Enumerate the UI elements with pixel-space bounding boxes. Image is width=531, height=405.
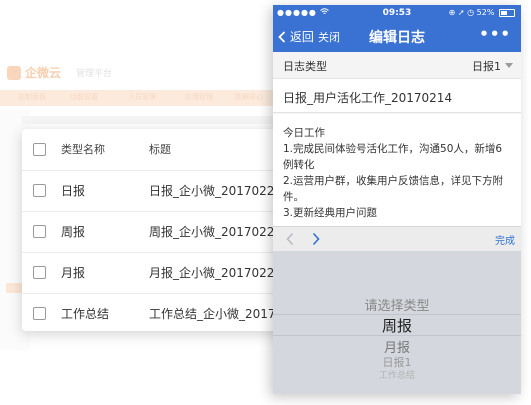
previous-field-button[interactable] [285, 231, 295, 250]
row-checkbox[interactable] [33, 266, 46, 279]
content-line: 例转化 [283, 159, 315, 171]
more-icon[interactable]: ••• [479, 25, 511, 43]
row-type: 周报 [61, 225, 86, 239]
log-type-select[interactable]: 日志类型 日报1 [273, 52, 521, 79]
alarm-icon: ◷ [467, 8, 475, 17]
location-icon: ➚ [457, 8, 465, 17]
logo-icon [7, 66, 21, 80]
desktop-toolbar-strip [22, 116, 292, 124]
done-button[interactable]: 完成 [495, 232, 515, 247]
desktop-nav-item[interactable]: 功能设置 [70, 92, 98, 102]
desktop-header: 企微云 管理平台 [0, 58, 300, 88]
picker-option[interactable]: 工作总结 [273, 368, 521, 381]
keyboard-toolbar: 完成 [273, 226, 521, 251]
column-header-title: 标题 [149, 143, 171, 156]
log-title-text: 日报_用户活化工作_20170214 [283, 91, 453, 105]
row-type: 日报 [61, 184, 86, 198]
nav-bar: 返回 关闭 编辑日志 ••• [273, 22, 521, 52]
row-title: 周报_企小微_20170220 [149, 225, 283, 239]
log-type-value: 日报1 [472, 60, 501, 73]
next-field-button[interactable] [311, 231, 321, 250]
desktop-subtitle: 管理平台 [76, 69, 113, 79]
type-picker[interactable]: 请选择类型 周报 月报 日报1 工作总结 [273, 251, 521, 394]
log-title-field[interactable]: 日报_用户活化工作_20170214 [273, 79, 521, 113]
content-line: 今日工作 [283, 127, 325, 139]
log-type-label: 日志类型 [283, 60, 327, 73]
desktop-nav-item[interactable]: 数据中心 [235, 92, 263, 102]
status-bar: ●●●●● 09:53 ⊕ ➚ ◷ 52% [273, 5, 521, 22]
phone-screen: ●●●●● 09:53 ⊕ ➚ ◷ 52% 返回 关闭 编辑日志 ••• 日志类… [273, 5, 521, 394]
row-type: 工作总结 [61, 307, 110, 321]
content-line: 3.更新经典用户问题 [283, 207, 378, 219]
row-checkbox[interactable] [33, 225, 46, 238]
chevron-right-icon [312, 232, 320, 246]
row-title: 月报_企小微_20170220 [149, 266, 283, 280]
row-checkbox[interactable] [33, 307, 46, 320]
battery-icon [499, 8, 515, 17]
desktop-nav-item[interactable]: 应用管理 [185, 92, 213, 102]
desktop-nav: 控制面板 功能设置 人员管理 应用管理 数据中心 [0, 90, 300, 106]
battery-percent: 52% [476, 8, 495, 17]
log-content-field[interactable]: 今日工作 1.完成民间体验号活化工作，沟通50人，新增6 例转化 2.运营用户群… [273, 114, 521, 226]
row-title: 日报_企小微_20170220 [149, 184, 283, 198]
picker-option-selected[interactable]: 周报 [273, 315, 521, 336]
row-checkbox[interactable] [33, 184, 46, 197]
desktop-nav-item[interactable]: 控制面板 [18, 92, 46, 102]
desktop-nav-item[interactable]: 人员管理 [128, 92, 156, 102]
row-type: 月报 [61, 266, 86, 280]
column-header-type: 类型名称 [61, 143, 105, 156]
chevron-left-icon [286, 232, 294, 246]
lock-icon: ⊕ [448, 8, 456, 17]
content-line: 1.完成民间体验号活化工作，沟通50人，新增6 [283, 143, 503, 155]
picker-selection-bottom-line [273, 335, 521, 336]
status-right: ⊕ ➚ ◷ 52% [449, 8, 515, 17]
dropdown-caret-icon [505, 63, 513, 68]
logo-text: 企微云 [25, 66, 62, 80]
content-line: 件。 [283, 191, 304, 203]
select-all-checkbox[interactable] [33, 143, 46, 156]
content-line: 2.运营用户群，收集用户反馈信息，详见下方附 [283, 175, 504, 187]
picker-option[interactable]: 请选择类型 [273, 295, 521, 314]
